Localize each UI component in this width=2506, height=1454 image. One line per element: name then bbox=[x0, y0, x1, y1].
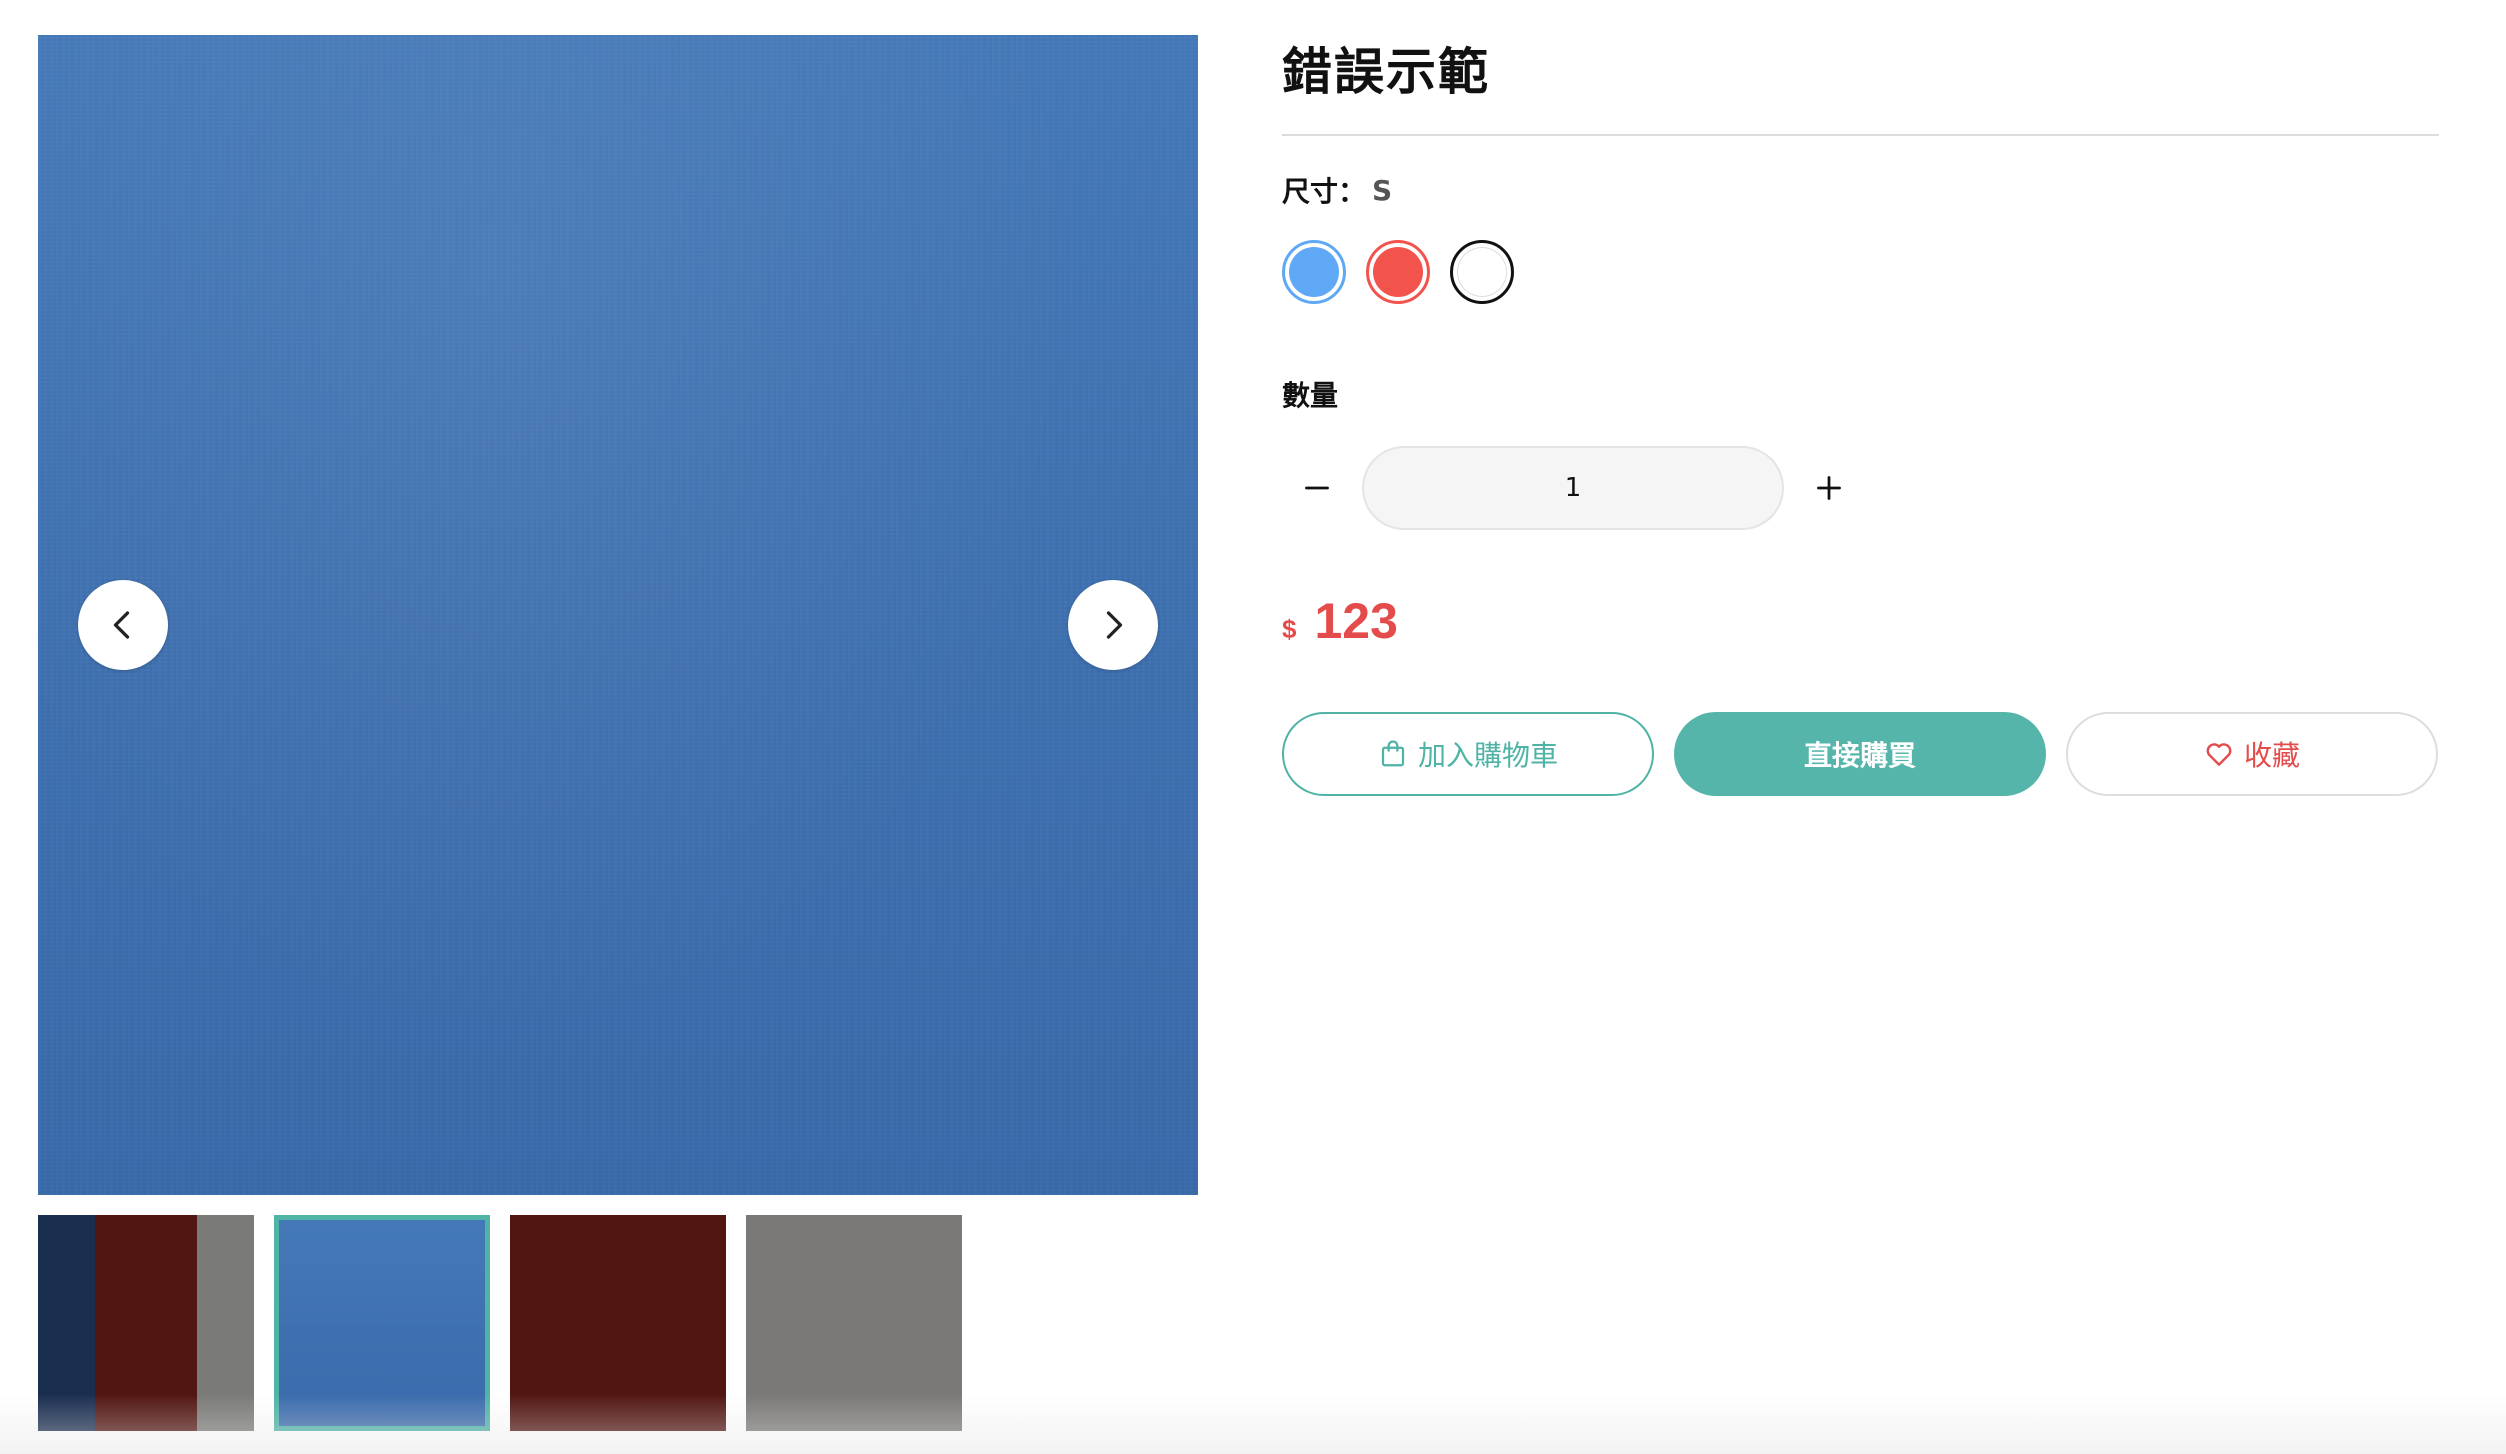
product-main-image bbox=[38, 35, 1198, 1195]
buy-now-button[interactable]: 直接購買 bbox=[1674, 712, 2046, 796]
divider bbox=[1282, 134, 2439, 136]
size-value: S bbox=[1372, 173, 1393, 207]
thumbnail-gray[interactable] bbox=[746, 1215, 962, 1431]
color-swatch-white[interactable] bbox=[1450, 240, 1514, 304]
color-swatch-red[interactable] bbox=[1366, 240, 1430, 304]
thumbnail-maroon[interactable] bbox=[510, 1215, 726, 1431]
quantity-decrease-button[interactable] bbox=[1282, 453, 1352, 523]
product-title: 錯誤示範 bbox=[1282, 43, 1490, 101]
chevron-right-icon bbox=[1106, 611, 1123, 639]
size-label: 尺寸： bbox=[1282, 175, 1367, 208]
minus-icon bbox=[1305, 486, 1329, 490]
plus-icon bbox=[1817, 476, 1841, 500]
quantity-increase-button[interactable] bbox=[1794, 453, 1864, 523]
size-row: 尺寸： S bbox=[1282, 170, 2439, 210]
quantity-label: 數量 bbox=[1282, 379, 1339, 412]
gallery-next-button[interactable] bbox=[1068, 580, 1158, 670]
color-swatch-blue[interactable] bbox=[1282, 240, 1346, 304]
add-to-cart-label: 加入購物車 bbox=[1417, 739, 1558, 772]
action-buttons: 加入購物車 直接購買 收藏 bbox=[1282, 712, 2439, 796]
gallery-prev-button[interactable] bbox=[78, 580, 168, 670]
color-swatches bbox=[1282, 240, 2439, 304]
favorite-label: 收藏 bbox=[2243, 739, 2300, 772]
thumbnail-multi-color[interactable] bbox=[38, 1215, 254, 1431]
thumbnail-strip bbox=[38, 1215, 962, 1431]
price-currency: $ bbox=[1282, 614, 1297, 644]
buy-now-label: 直接購買 bbox=[1803, 739, 1916, 772]
swatch-dot bbox=[1373, 247, 1423, 297]
price: $ 123 bbox=[1282, 592, 2439, 650]
swatch-dot bbox=[1457, 247, 1507, 297]
thumbnail-blue[interactable] bbox=[274, 1215, 490, 1431]
product-details: 錯誤示範 尺寸： S 數量 1 $ 123 加入購物車 直接購買 收藏 bbox=[1282, 30, 2439, 796]
product-page: 錯誤示範 尺寸： S 數量 1 $ 123 加入購物車 直接購買 收藏 bbox=[0, 0, 2506, 1454]
heart-icon bbox=[2206, 743, 2232, 766]
chevron-left-icon bbox=[113, 611, 130, 639]
quantity-input[interactable] bbox=[1362, 446, 1784, 530]
price-amount: 123 bbox=[1314, 593, 1398, 649]
quantity-stepper bbox=[1282, 446, 2439, 530]
shopping-bag-icon bbox=[1381, 740, 1405, 767]
add-to-cart-button[interactable]: 加入購物車 bbox=[1282, 712, 1654, 796]
swatch-dot bbox=[1289, 247, 1339, 297]
favorite-button[interactable]: 收藏 bbox=[2066, 712, 2438, 796]
